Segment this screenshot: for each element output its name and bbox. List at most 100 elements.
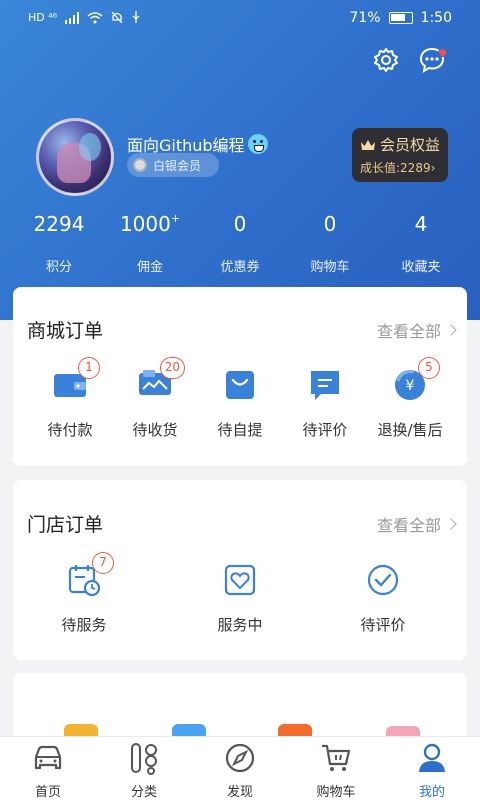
order-item-label: 待评价 <box>302 421 348 439</box>
tab-home[interactable]: 首页 <box>3 741 93 800</box>
view-all-label: 查看全部 <box>376 322 441 341</box>
heart-frame-icon <box>222 562 258 598</box>
order-item-label: 待服务 <box>61 616 107 634</box>
category-icon <box>131 743 157 775</box>
tab-discover[interactable]: 发现 <box>195 741 285 800</box>
stat-label: 积分 <box>45 260 72 275</box>
tab-label: 购物车 <box>316 785 356 800</box>
order-refund-aftersale[interactable]: ¥ 5 退换/售后 <box>365 357 455 440</box>
wallet-icon: 1 <box>52 357 100 403</box>
signal-icon <box>65 11 80 24</box>
stat-commission[interactable]: 1000+ 佣金 <box>110 212 190 275</box>
settings-button[interactable] <box>372 46 400 74</box>
order-item-label: 服务中 <box>217 616 263 634</box>
tab-label: 我的 <box>418 785 445 800</box>
vip-title: 会员权益 <box>380 136 441 154</box>
tab-cart[interactable]: 购物车 <box>291 741 381 800</box>
stat-favorites[interactable]: 4 收藏夹 <box>381 212 461 275</box>
tab-label: 首页 <box>34 785 61 800</box>
status-bar: HD ⁴⁶ 71% 1:50 <box>0 0 480 38</box>
mall-orders-view-all[interactable]: 查看全部 <box>376 318 457 342</box>
messages-button[interactable] <box>418 46 447 74</box>
comment-icon <box>307 367 343 403</box>
stat-value: 1000 <box>119 212 171 236</box>
vip-growth-value: 成长值:2289 <box>360 161 431 175</box>
bottom-tab-bar: 首页 分类 发现 购物车 我的 <box>0 736 480 800</box>
status-indicators: HD ⁴⁶ <box>28 11 141 24</box>
vip-benefits-card[interactable]: 会员权益 成长值:2289› <box>352 128 448 182</box>
fearful-face-emoji-icon <box>247 134 268 154</box>
stat-value: 2294 <box>33 212 85 236</box>
refund-icon: ¥ 5 <box>392 357 440 403</box>
unread-dot <box>438 48 447 57</box>
stat-label: 佣金 <box>136 260 163 275</box>
network-indicator: HD ⁴⁶ <box>28 11 58 24</box>
tab-label: 分类 <box>130 785 157 800</box>
clock: 1:50 <box>420 10 452 26</box>
stat-label: 购物车 <box>310 260 350 275</box>
stat-coupons[interactable]: 0 优惠券 <box>200 212 280 275</box>
order-item-label: 待付款 <box>47 421 93 439</box>
stat-sup: + <box>170 212 181 225</box>
stat-value: 0 <box>323 212 337 236</box>
battery-percent: 71% <box>349 10 381 26</box>
cart-icon <box>322 744 351 771</box>
tab-mine[interactable]: 我的 <box>387 741 477 800</box>
chevron-right-icon <box>445 324 457 336</box>
chevron-right-icon <box>445 518 457 530</box>
count-badge: 5 <box>418 357 440 379</box>
count-badge: 7 <box>92 552 114 574</box>
flame-icon[interactable] <box>278 724 312 736</box>
usb-icon <box>132 11 140 23</box>
store-orders-card: 门店订单 查看全部 7 待服务 服务中 待评价 <box>13 480 467 660</box>
stat-value: 4 <box>414 212 428 236</box>
stat-points[interactable]: 2294 积分 <box>19 212 99 275</box>
order-pending-review[interactable]: 待评价 <box>280 367 370 440</box>
count-badge: 20 <box>159 357 185 379</box>
battery-icon <box>388 12 413 24</box>
order-pending-payment[interactable]: 1 待付款 <box>25 357 115 440</box>
order-pending-pickup[interactable]: 待自提 <box>195 367 285 440</box>
store-in-service[interactable]: 服务中 <box>195 562 285 635</box>
user-icon <box>419 743 445 772</box>
store-orders-view-all[interactable]: 查看全部 <box>376 512 457 536</box>
store-awning-icon[interactable] <box>172 724 206 736</box>
member-level-badge[interactable]: 白银会员 <box>127 153 219 177</box>
store-pending-review[interactable]: 待评价 <box>338 562 428 635</box>
crown-icon <box>360 139 376 151</box>
gift-icon[interactable] <box>386 726 420 736</box>
mall-orders-title: 商城订单 <box>27 320 104 342</box>
order-item-label: 退换/售后 <box>377 421 443 439</box>
tab-category[interactable]: 分类 <box>99 741 189 800</box>
mute-bell-icon <box>111 11 123 24</box>
member-level-label: 白银会员 <box>153 158 202 173</box>
stat-cart[interactable]: 0 购物车 <box>290 212 370 275</box>
stat-label: 收藏夹 <box>401 260 441 275</box>
car-service-icon[interactable] <box>64 724 98 736</box>
silver-medal-icon <box>133 158 147 172</box>
order-pending-receipt[interactable]: 20 待收货 <box>110 357 200 440</box>
count-badge: 1 <box>78 357 100 379</box>
view-all-label: 查看全部 <box>376 516 441 535</box>
chevron-right-icon: › <box>430 161 436 175</box>
shopping-bag-icon <box>222 367 258 403</box>
order-item-label: 待评价 <box>360 616 406 634</box>
tab-label: 发现 <box>226 785 253 800</box>
store-orders-title: 门店订单 <box>27 514 104 536</box>
package-icon: 20 <box>137 357 185 403</box>
wifi-icon <box>87 11 103 23</box>
calendar-clock-icon: 7 <box>66 552 114 598</box>
check-circle-icon <box>365 562 401 598</box>
compass-icon <box>225 743 255 773</box>
order-item-label: 待自提 <box>217 421 263 439</box>
stat-value: 0 <box>233 212 247 236</box>
status-right: 71% 1:50 <box>349 10 452 26</box>
mall-orders-card: 商城订单 查看全部 1 待付款 20 待收货 待自提 待评价 ¥ 5 退换/售后 <box>13 287 467 466</box>
store-pending-service[interactable]: 7 待服务 <box>39 552 129 635</box>
avatar[interactable] <box>36 118 114 196</box>
stat-label: 优惠券 <box>220 260 260 275</box>
gear-icon <box>374 48 398 72</box>
svg-text:¥: ¥ <box>406 378 415 394</box>
car-icon <box>34 745 62 770</box>
order-item-label: 待收货 <box>132 421 178 439</box>
